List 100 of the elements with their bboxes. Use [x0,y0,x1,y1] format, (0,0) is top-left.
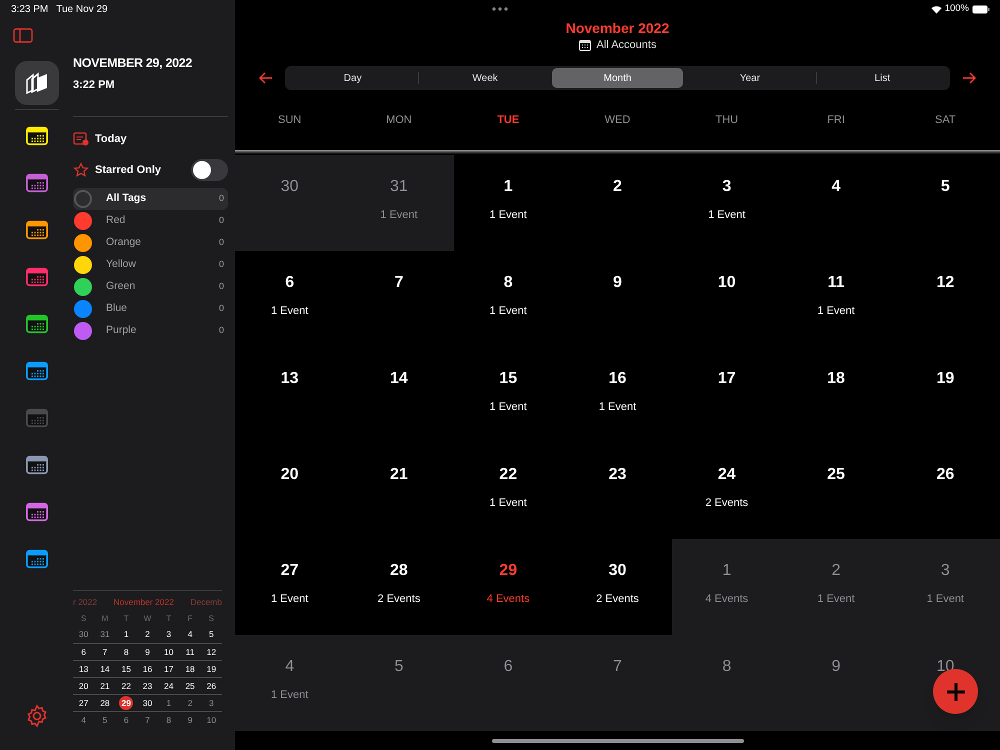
weekday-label: T [122,613,130,625]
mini-calendar-day[interactable]: 9 [183,713,198,727]
day-cell[interactable]: 5 [344,635,454,731]
mini-calendar-day[interactable]: 2 [140,628,154,642]
mini-calendar-day[interactable]: 24 [162,679,176,693]
mini-calendar-day[interactable]: 10 [204,713,218,727]
mini-calendar-day[interactable]: 11 [183,645,198,659]
mini-calendar-day[interactable]: 5 [204,628,218,642]
app-button[interactable] [14,61,58,105]
mini-calendar-day[interactable]: 2 [183,696,198,710]
mini-calendar-day[interactable]: 8 [162,713,176,727]
mini-calendar-day[interactable]: 7 [140,713,154,727]
day-cell[interactable]: 9 [781,635,891,731]
mini-calendar-day[interactable]: 17 [162,662,176,676]
tag-item[interactable]: Orange 0 [73,232,228,254]
mini-calendar-day[interactable]: 8 [119,645,134,659]
previous-arrow-icon[interactable] [259,72,273,84]
mini-calendar-day[interactable]: 21 [98,679,112,693]
mini-calendar-day[interactable]: 14 [98,662,112,676]
day-cell[interactable]: 2 1 Event [781,539,891,635]
mini-calendar-day[interactable]: 22 [119,679,134,693]
mini-calendar-day[interactable]: 7 [98,645,112,659]
mini-calendar-day[interactable]: 12 [204,645,218,659]
mini-calendar-day[interactable]: 16 [140,662,154,676]
day-number: 23 [608,465,626,485]
mini-calendar-day[interactable]: 9 [140,645,154,659]
mini-calendar-day[interactable]: 1 [162,696,176,710]
mini-calendar-day[interactable]: 6 [119,713,134,727]
mini-calendar-day[interactable]: 26 [204,679,218,693]
mini-calendar-day[interactable]: 3 [162,628,176,642]
mini-calendar-day[interactable]: 15 [119,662,134,676]
day-cell[interactable]: 4 1 Event [235,635,344,731]
day-number: 6 [285,273,294,293]
event-count: 4 Events [486,592,530,607]
day-number: 28 [390,561,408,581]
day-cell[interactable]: 7 [562,635,672,731]
more-dots-icon[interactable] [492,7,508,11]
next-arrow-icon[interactable] [962,72,976,84]
mini-calendar-day[interactable]: 25 [183,679,198,693]
event-count: 2 Events [705,496,748,511]
calendar-icon[interactable] [26,314,48,334]
tag-item[interactable]: Yellow 0 [73,254,228,276]
mini-calendar-day[interactable]: 23 [140,679,154,693]
event-count: 2 Events [378,592,420,607]
view-tab[interactable]: List [816,68,948,88]
tag-item[interactable]: All Tags 0 [73,188,228,210]
mini-calendar-day[interactable]: 5 [98,713,112,727]
calendar-icon[interactable] [26,549,48,569]
starred-only-toggle[interactable] [191,159,228,181]
tag-item[interactable]: Red 0 [73,210,228,232]
tag-item[interactable]: Green 0 [73,276,228,298]
tag-count: 0 [218,258,224,272]
view-tab[interactable]: Day [287,68,418,88]
weekday-label: M [100,613,110,625]
mini-calendar-day[interactable]: 18 [183,662,198,676]
mini-calendar-day[interactable]: 3 [204,696,218,710]
mini-calendar-day[interactable]: 20 [76,679,91,693]
day-cell[interactable]: 3 1 Event [890,539,1000,635]
day-cell[interactable]: 31 1 Event [344,155,454,251]
view-tab[interactable]: Year [684,68,816,88]
today-button[interactable]: Today [73,130,228,148]
mini-calendar-day[interactable]: 19 [204,662,218,676]
event-count: 1 Event [490,208,527,223]
calendar-icon[interactable] [26,361,48,381]
day-cell[interactable]: 30 [235,155,344,251]
mini-calendar-day[interactable]: 6 [76,645,91,659]
account-selector[interactable]: All Accounts [578,37,656,53]
mini-calendar-day[interactable]: 4 [183,628,198,642]
calendar-icon[interactable] [26,220,48,240]
mini-calendar-day[interactable]: 29 [119,696,134,710]
day-number: 21 [390,465,408,485]
mini-calendar-day[interactable]: 13 [76,662,91,676]
day-cell[interactable]: 1 4 Events [672,539,782,635]
sidebar-toggle-icon[interactable] [13,28,33,43]
calendar-icon[interactable] [26,455,48,475]
weekday-label: F [186,613,194,625]
tag-item[interactable]: Blue 0 [73,298,228,320]
mini-calendar-day[interactable]: 31 [98,628,112,642]
day-number: 26 [936,465,954,485]
tag-item[interactable]: Purple 0 [73,320,228,342]
mini-calendar-day[interactable]: 28 [98,696,112,710]
settings-icon[interactable] [24,704,48,728]
tag-name: All Tags [106,191,148,206]
event-count: 4 Events [705,592,748,607]
day-cell[interactable]: 8 [672,635,782,731]
mini-calendar-day[interactable]: 1 [119,628,134,642]
event-count: 1 Event [490,304,527,319]
weekday-label: W [142,613,152,625]
mini-calendar-day[interactable]: 10 [162,645,176,659]
day-number: 24 [718,465,736,485]
mini-calendar-day[interactable]: 4 [76,713,91,727]
day-number: 7 [394,273,404,293]
view-tab[interactable]: Week [419,68,551,88]
mini-calendar-day[interactable]: 30 [140,696,154,710]
view-tab[interactable]: Month [552,68,684,88]
calendar-icon[interactable] [26,502,48,522]
day-cell[interactable]: 6 [454,635,563,731]
mini-calendar-day[interactable]: 27 [76,696,91,710]
mini-calendar-day[interactable]: 30 [76,628,91,642]
day-number: 30 [280,177,299,197]
